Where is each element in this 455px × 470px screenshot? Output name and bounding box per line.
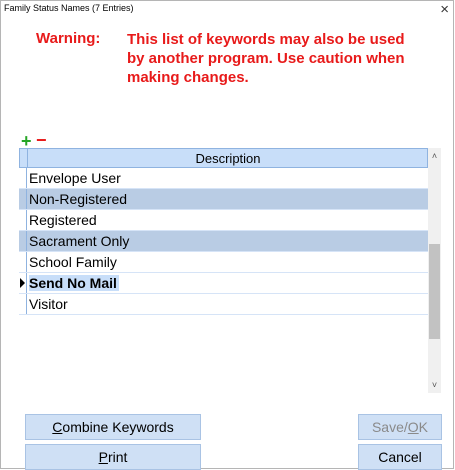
print-label: rint <box>107 449 128 465</box>
scroll-thumb[interactable] <box>429 244 440 339</box>
grid-row[interactable]: Sacrament Only <box>19 231 428 252</box>
title-bar: Family Status Names (7 Entries) × <box>0 0 455 22</box>
row-cell-editing[interactable]: Send No Mail <box>29 275 119 291</box>
row-cell[interactable]: Sacrament Only <box>29 233 129 249</box>
grid-row[interactable]: Envelope User <box>19 168 428 189</box>
remove-icon[interactable]: − <box>36 131 47 149</box>
cancel-button[interactable]: Cancel <box>358 444 442 470</box>
grid-row[interactable]: School Family <box>19 252 428 273</box>
row-selector[interactable] <box>19 252 27 272</box>
row-cell[interactable]: Visitor <box>29 296 68 312</box>
grid-row[interactable]: Non-Registered <box>19 189 428 210</box>
grid-header: Description <box>19 148 428 168</box>
scroll-up-icon[interactable]: ˄ <box>428 148 441 164</box>
row-cell[interactable]: School Family <box>29 254 117 270</box>
save-label-part2: K <box>418 419 429 435</box>
grid-row-current[interactable]: Send No Mail <box>19 273 428 294</box>
header-row-selector <box>20 149 28 167</box>
combine-keywords-button[interactable]: Combine Keywords <box>25 414 201 440</box>
row-cell[interactable]: Non-Registered <box>29 191 127 207</box>
row-selector[interactable] <box>19 168 27 188</box>
print-button[interactable]: Print <box>25 444 201 470</box>
warning-message: This list of keywords may also be used b… <box>127 31 405 86</box>
grid-row[interactable]: Registered <box>19 210 428 231</box>
grid-row[interactable]: Visitor <box>19 294 428 315</box>
row-selector[interactable] <box>19 189 27 209</box>
row-selector[interactable] <box>19 231 27 251</box>
save-label-part1: Save/ <box>371 419 408 435</box>
save-accelerator: O <box>407 419 419 435</box>
row-selector[interactable] <box>19 294 27 314</box>
save-ok-button[interactable]: Save/OK <box>358 414 442 440</box>
combine-accelerator: C <box>52 419 63 435</box>
row-selector[interactable] <box>19 210 27 230</box>
scroll-down-icon[interactable]: ˅ <box>428 377 441 393</box>
keywords-grid: Description Envelope User Non-Registered… <box>19 148 428 393</box>
row-cell[interactable]: Registered <box>29 212 97 228</box>
grid-rows: Envelope User Non-Registered Registered … <box>19 168 428 315</box>
current-row-arrow-icon <box>20 278 25 288</box>
print-accelerator: P <box>98 449 108 465</box>
row-selector[interactable] <box>19 273 27 293</box>
window-title: Family Status Names (7 Entries) <box>4 3 134 13</box>
close-icon[interactable]: × <box>440 1 449 18</box>
combine-label: ombine Keywords <box>62 419 174 435</box>
row-cell[interactable]: Envelope User <box>29 170 121 186</box>
row-cell-text[interactable]: Send No Mail <box>29 275 119 291</box>
vertical-scrollbar[interactable]: ˄ ˅ <box>428 148 441 393</box>
warning-label: Warning: <box>36 30 101 47</box>
column-header-description[interactable]: Description <box>28 151 428 166</box>
